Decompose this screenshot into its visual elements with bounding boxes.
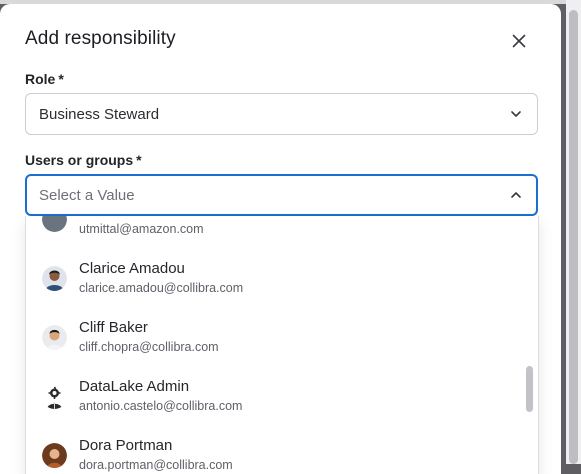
user-avatar bbox=[42, 266, 67, 291]
chevron-down-icon bbox=[511, 111, 521, 117]
chevron-up-icon bbox=[511, 192, 521, 198]
dropdown-scrollbar[interactable] bbox=[526, 366, 533, 412]
user-avatar bbox=[42, 325, 67, 350]
option-email: antonio.castelo@collibra.com bbox=[79, 399, 243, 413]
list-item[interactable]: Clarice Amadou clarice.amadou@collibra.c… bbox=[26, 253, 521, 312]
option-email: utmittal@amazon.com bbox=[79, 222, 204, 236]
dialog-title: Add responsibility bbox=[25, 28, 176, 49]
users-dropdown-list[interactable]: utmittal@amazon.com Clarice Amadou clari… bbox=[25, 216, 539, 474]
option-name: Clarice Amadou bbox=[79, 260, 185, 277]
user-avatar bbox=[42, 443, 67, 468]
users-select[interactable]: Select a Value bbox=[25, 174, 538, 216]
option-email: cliff.chopra@collibra.com bbox=[79, 340, 219, 354]
page-scrollbar[interactable] bbox=[569, 10, 578, 464]
role-select-value: Business Steward bbox=[39, 106, 160, 123]
option-email: clarice.amadou@collibra.com bbox=[79, 281, 244, 295]
admin-avatar bbox=[42, 384, 67, 409]
list-item[interactable]: Dora Portman dora.portman@collibra.com bbox=[26, 430, 521, 474]
list-item[interactable]: Cliff Baker cliff.chopra@collibra.com bbox=[26, 312, 521, 371]
required-mark: * bbox=[58, 71, 64, 87]
user-avatar bbox=[42, 216, 67, 232]
option-email: dora.portman@collibra.com bbox=[79, 458, 233, 472]
users-select-placeholder: Select a Value bbox=[39, 187, 135, 204]
list-item[interactable]: DataLake Admin antonio.castelo@collibra.… bbox=[26, 371, 521, 430]
close-icon bbox=[512, 34, 526, 48]
required-mark: * bbox=[136, 152, 142, 168]
role-label: Role * bbox=[25, 71, 64, 87]
add-responsibility-dialog: Add responsibility Role * Business Stewar… bbox=[0, 4, 561, 474]
option-name: Cliff Baker bbox=[79, 319, 148, 336]
option-name: Dora Portman bbox=[79, 437, 173, 454]
list-item[interactable]: utmittal@amazon.com bbox=[26, 216, 521, 253]
option-name: DataLake Admin bbox=[79, 378, 190, 395]
close-button[interactable] bbox=[508, 30, 530, 52]
role-select[interactable]: Business Steward bbox=[25, 93, 538, 135]
users-label: Users or groups * bbox=[25, 152, 142, 168]
